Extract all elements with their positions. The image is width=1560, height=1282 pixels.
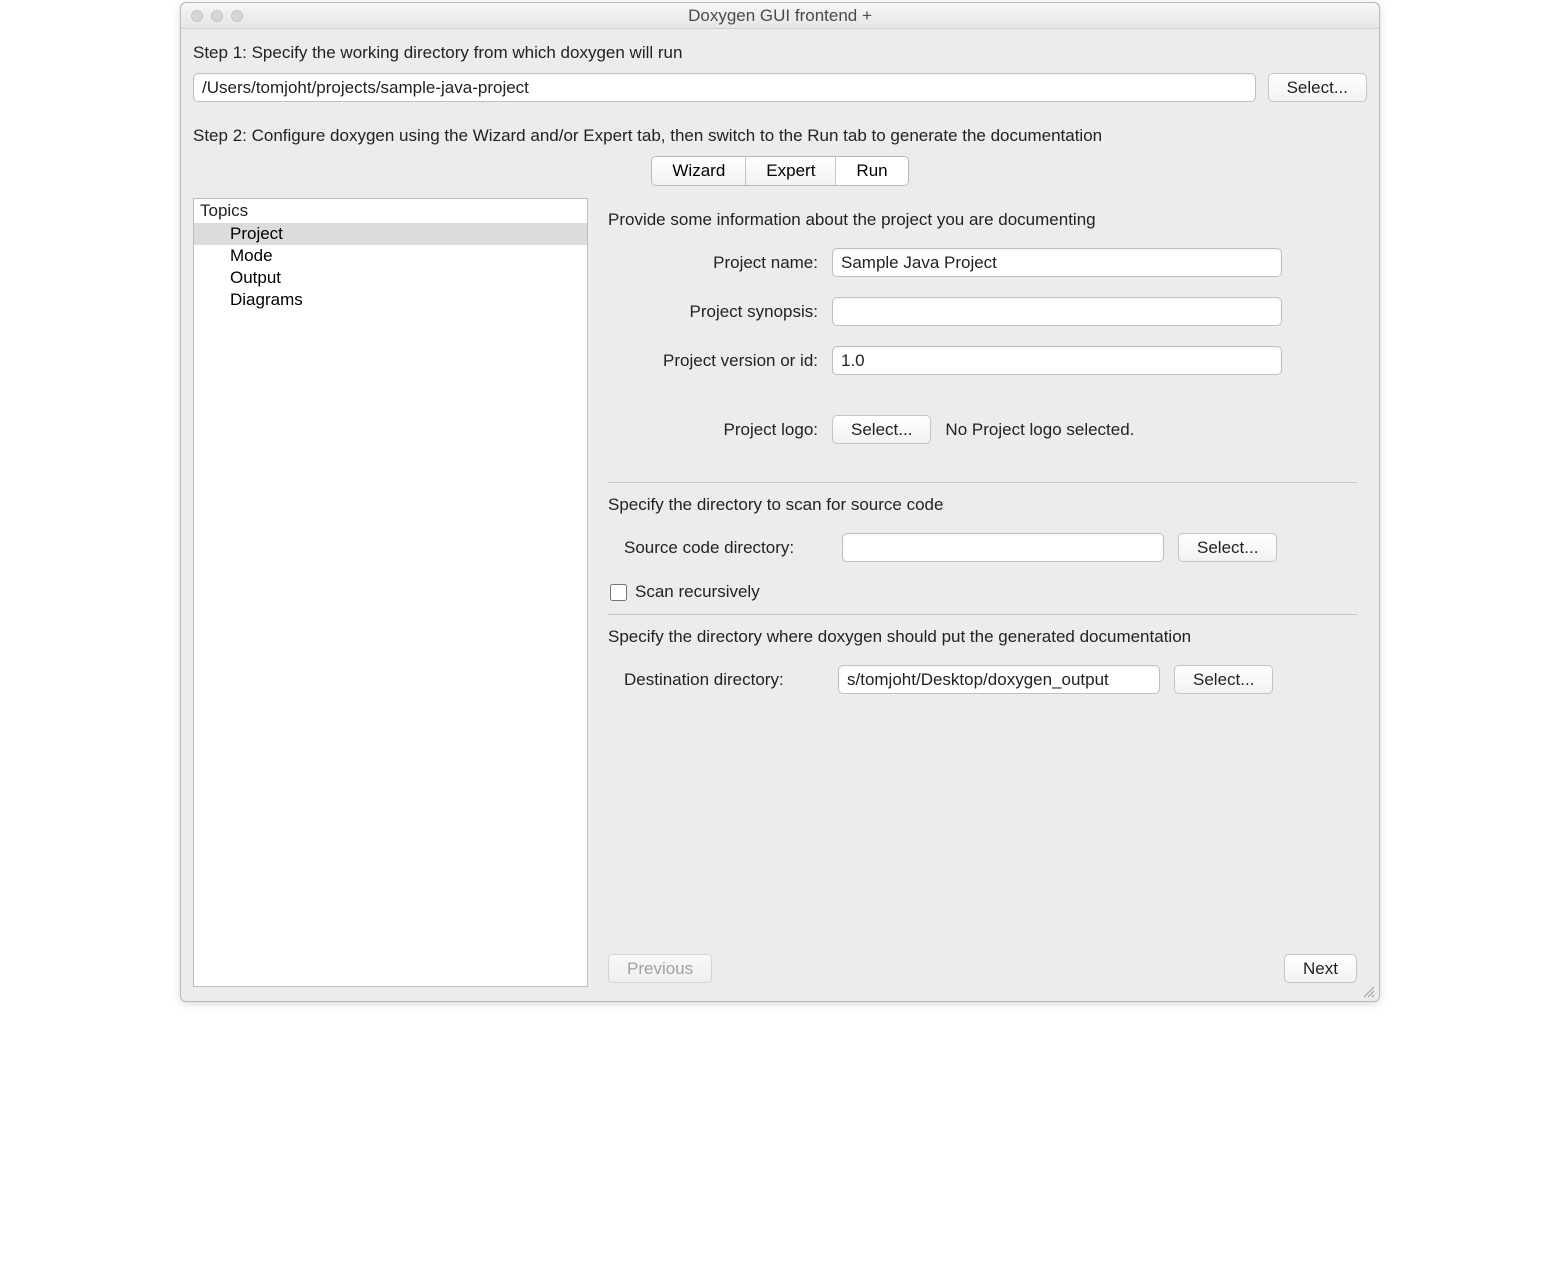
topic-item-project[interactable]: Project xyxy=(194,223,587,245)
scan-recursively-label: Scan recursively xyxy=(635,582,760,602)
topic-item-output[interactable]: Output xyxy=(194,267,587,289)
project-name-input[interactable] xyxy=(832,248,1282,277)
source-intro: Specify the directory to scan for source… xyxy=(608,495,1357,515)
previous-button[interactable]: Previous xyxy=(608,954,712,983)
working-dir-input[interactable] xyxy=(193,73,1256,102)
project-name-row: Project name: xyxy=(608,248,1357,277)
step2-label: Step 2: Configure doxygen using the Wiza… xyxy=(193,126,1367,146)
nav-row: Previous Next xyxy=(608,936,1357,983)
next-button[interactable]: Next xyxy=(1284,954,1357,983)
tab-run[interactable]: Run xyxy=(836,157,907,185)
project-logo-status: No Project logo selected. xyxy=(945,420,1134,440)
working-dir-select-button[interactable]: Select... xyxy=(1268,73,1367,102)
titlebar: Doxygen GUI frontend + xyxy=(181,3,1379,29)
source-dir-label: Source code directory: xyxy=(608,538,828,558)
topic-item-diagrams[interactable]: Diagrams xyxy=(194,289,587,311)
project-version-input[interactable] xyxy=(832,346,1282,375)
tab-control: Wizard Expert Run xyxy=(651,156,908,186)
scan-recursively-row: Scan recursively xyxy=(608,582,1357,602)
right-panel: Provide some information about the proje… xyxy=(602,198,1367,987)
window-body: Step 1: Specify the working directory fr… xyxy=(181,29,1379,1001)
dest-dir-row: Destination directory: Select... xyxy=(608,665,1357,694)
dest-dir-input[interactable] xyxy=(838,665,1160,694)
zoom-icon[interactable] xyxy=(231,10,243,22)
topics-header: Topics xyxy=(194,199,587,223)
tabs: Wizard Expert Run xyxy=(193,156,1367,186)
project-synopsis-input[interactable] xyxy=(832,297,1282,326)
dest-dir-select-button[interactable]: Select... xyxy=(1174,665,1273,694)
source-dir-row: Source code directory: Select... xyxy=(608,533,1357,562)
project-intro: Provide some information about the proje… xyxy=(608,210,1357,230)
project-version-row: Project version or id: xyxy=(608,346,1357,375)
dest-intro: Specify the directory where doxygen shou… xyxy=(608,627,1357,647)
project-logo-row: Project logo: Select... No Project logo … xyxy=(608,415,1357,444)
project-synopsis-row: Project synopsis: xyxy=(608,297,1357,326)
window-title: Doxygen GUI frontend + xyxy=(191,6,1369,26)
close-icon[interactable] xyxy=(191,10,203,22)
app-window: Doxygen GUI frontend + Step 1: Specify t… xyxy=(180,2,1380,1002)
project-version-label: Project version or id: xyxy=(608,351,818,371)
topic-item-mode[interactable]: Mode xyxy=(194,245,587,267)
traffic-lights xyxy=(191,10,243,22)
topics-list: Project Mode Output Diagrams xyxy=(194,223,587,311)
project-synopsis-label: Project synopsis: xyxy=(608,302,818,322)
tab-expert[interactable]: Expert xyxy=(746,157,836,185)
divider-2 xyxy=(608,614,1357,615)
project-name-label: Project name: xyxy=(608,253,818,273)
topics-panel: Topics Project Mode Output Diagrams xyxy=(193,198,588,987)
divider-1 xyxy=(608,482,1357,483)
main-area: Topics Project Mode Output Diagrams Prov… xyxy=(193,192,1367,987)
source-dir-input[interactable] xyxy=(842,533,1164,562)
working-dir-row: Select... xyxy=(193,73,1367,102)
source-dir-select-button[interactable]: Select... xyxy=(1178,533,1277,562)
minimize-icon[interactable] xyxy=(211,10,223,22)
step1-label: Step 1: Specify the working directory fr… xyxy=(193,43,1367,63)
scan-recursively-checkbox[interactable] xyxy=(610,584,627,601)
project-logo-select-button[interactable]: Select... xyxy=(832,415,931,444)
dest-dir-label: Destination directory: xyxy=(608,670,824,690)
resize-grip-icon[interactable] xyxy=(1361,983,1375,997)
project-logo-label: Project logo: xyxy=(608,420,818,440)
tab-wizard[interactable]: Wizard xyxy=(652,157,746,185)
